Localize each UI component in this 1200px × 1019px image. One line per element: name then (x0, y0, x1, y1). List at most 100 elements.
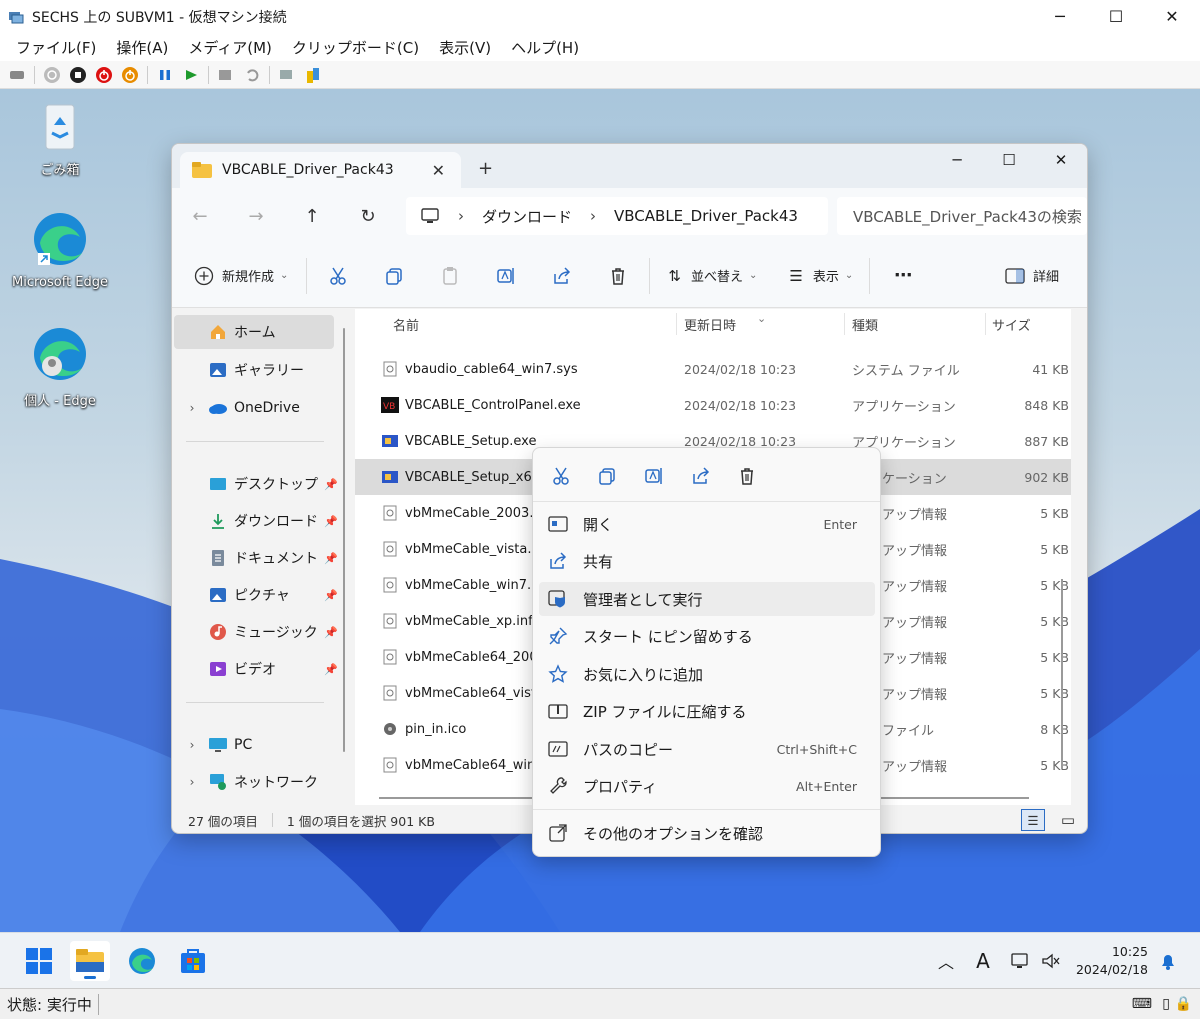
pin-icon[interactable]: 📌 (324, 552, 338, 565)
vertical-scrollbar[interactable] (1061, 579, 1063, 769)
start-button[interactable] (19, 941, 59, 981)
tray-chevron-up-icon[interactable]: ︿ (934, 941, 958, 981)
explorer-tab[interactable]: VBCABLE_Driver_Pack43 ✕ (180, 152, 461, 188)
tiles-view-icon[interactable]: ▭ (1061, 811, 1075, 829)
menu-item-open[interactable]: 開く Enter (539, 507, 875, 541)
taskbar-clock[interactable]: 10:25 2024/02/18 (1076, 943, 1148, 979)
menu-file[interactable]: ファイル(F) (6, 37, 106, 58)
view-button[interactable]: ☰ 表示 ⌄ (789, 266, 853, 286)
pin-icon[interactable]: 📌 (324, 478, 338, 491)
explorer-minimize-button[interactable]: ─ (931, 144, 983, 176)
menu-help[interactable]: ヘルプ(H) (501, 37, 589, 58)
nav-item-music[interactable]: ミュージック 📌 (172, 615, 342, 649)
nav-item-gallery[interactable]: ギャラリー (172, 353, 342, 387)
nav-item-downloads[interactable]: ダウンロード 📌 (172, 504, 342, 538)
ime-icon[interactable]: A (970, 941, 996, 981)
menu-item-copy-path[interactable]: パスのコピー Ctrl+Shift+C (539, 732, 875, 766)
column-divider[interactable] (985, 313, 986, 335)
column-header-type[interactable]: 種類 (852, 309, 878, 339)
nav-item-videos[interactable]: ビデオ 📌 (172, 652, 342, 686)
pin-icon[interactable]: 📌 (324, 589, 338, 602)
sort-button[interactable]: ⇅ 並べ替え ⌄ (668, 266, 757, 286)
copy-icon[interactable] (383, 265, 405, 287)
volume-muted-icon[interactable] (1038, 941, 1064, 981)
back-button[interactable]: ← (172, 206, 228, 227)
column-header-date[interactable]: 更新日時 (684, 309, 736, 339)
column-header-size[interactable]: サイズ (992, 309, 1031, 339)
menu-clipboard[interactable]: クリップボード(C) (282, 37, 429, 58)
breadcrumb-folder[interactable]: VBCABLE_Driver_Pack43 (614, 207, 798, 225)
nav-item-home[interactable]: ホーム (174, 315, 334, 349)
copy-icon[interactable] (595, 464, 619, 488)
enhanced-session-icon[interactable] (277, 65, 297, 85)
menu-media[interactable]: メディア(M) (178, 37, 282, 58)
menu-item-share[interactable]: 共有 (539, 544, 875, 578)
table-row[interactable]: vbaudio_cable64_win7.sys 2024/02/18 10:2… (355, 351, 1071, 387)
pause-icon[interactable] (155, 65, 175, 85)
explorer-close-button[interactable]: ✕ (1035, 144, 1087, 176)
start-icon[interactable] (42, 65, 62, 85)
details-view-icon[interactable]: ☰ (1021, 809, 1045, 831)
column-divider[interactable] (844, 313, 845, 335)
menu-item-compress-zip[interactable]: ZIP ファイルに圧縮する (539, 694, 875, 728)
share-session-icon[interactable] (303, 65, 323, 85)
taskbar-file-explorer[interactable] (70, 941, 110, 981)
desktop-icon-recycle-bin[interactable]: ごみ箱 (12, 99, 108, 178)
nav-item-documents[interactable]: ドキュメント 📌 (172, 541, 342, 575)
column-header-name[interactable]: 名前 (393, 309, 419, 339)
rename-icon[interactable] (642, 464, 666, 488)
menu-item-pin-to-start[interactable]: スタート にピン留めする (539, 619, 875, 653)
column-divider[interactable] (676, 313, 677, 335)
cut-icon[interactable] (327, 265, 349, 287)
nav-item-network[interactable]: › ネットワーク (172, 765, 342, 799)
rename-icon[interactable] (495, 265, 517, 287)
save-state-icon[interactable] (120, 65, 140, 85)
delete-icon[interactable] (607, 265, 629, 287)
forward-button[interactable]: → (228, 206, 284, 227)
shutdown-icon[interactable] (94, 65, 114, 85)
breadcrumb[interactable]: › ダウンロード › VBCABLE_Driver_Pack43 (406, 197, 828, 235)
pin-icon[interactable]: 📌 (324, 663, 338, 676)
pin-icon[interactable]: 📌 (324, 626, 338, 639)
share-icon[interactable] (689, 464, 713, 488)
network-status-icon[interactable] (1007, 941, 1033, 981)
taskbar-store[interactable] (173, 941, 213, 981)
search-input[interactable]: VBCABLE_Driver_Pack43の検索 (837, 197, 1087, 235)
close-tab-icon[interactable]: ✕ (432, 161, 445, 180)
revert-icon[interactable] (242, 65, 262, 85)
menu-item-run-as-admin[interactable]: 管理者として実行 (539, 582, 875, 616)
taskbar-edge[interactable] (122, 941, 162, 981)
host-close-button[interactable]: ✕ (1144, 0, 1200, 33)
nav-item-desktop[interactable]: デスクトップ 📌 (172, 467, 342, 501)
host-maximize-button[interactable]: ☐ (1088, 0, 1144, 33)
explorer-maximize-button[interactable]: ☐ (983, 144, 1035, 176)
host-minimize-button[interactable]: ─ (1032, 0, 1088, 33)
desktop-icon-edge-profile[interactable]: 個人 - Edge (12, 324, 108, 409)
menu-item-more-options[interactable]: その他のオプションを確認 (539, 816, 875, 850)
new-button[interactable]: 新規作成 ⌄ (194, 266, 288, 286)
more-options-icon[interactable]: ⋯ (894, 265, 912, 286)
new-tab-button[interactable]: + (478, 158, 493, 179)
nav-item-onedrive[interactable]: › OneDrive (172, 391, 342, 425)
breadcrumb-downloads[interactable]: ダウンロード (482, 206, 572, 227)
menu-action[interactable]: 操作(A) (106, 37, 178, 58)
notification-bell-icon[interactable] (1156, 941, 1180, 981)
turn-off-icon[interactable] (68, 65, 88, 85)
pin-icon[interactable]: 📌 (324, 515, 338, 528)
paste-icon[interactable] (439, 265, 461, 287)
cut-icon[interactable] (549, 464, 573, 488)
ctrl-alt-del-icon[interactable] (7, 65, 27, 85)
share-icon[interactable] (551, 265, 573, 287)
nav-scrollbar[interactable] (343, 328, 345, 752)
menu-item-properties[interactable]: プロパティ Alt+Enter (539, 769, 875, 803)
menu-view[interactable]: 表示(V) (429, 37, 501, 58)
nav-item-pc[interactable]: › PC (172, 728, 342, 762)
desktop-icon-edge[interactable]: Microsoft Edge (12, 209, 108, 290)
delete-icon[interactable] (735, 464, 759, 488)
table-row[interactable]: VB VBCABLE_ControlPanel.exe 2024/02/18 10… (355, 387, 1071, 423)
checkpoint-icon[interactable] (216, 65, 236, 85)
refresh-button[interactable]: ↻ (340, 206, 396, 227)
up-button[interactable]: ↑ (284, 206, 340, 227)
nav-item-pictures[interactable]: ピクチャ 📌 (172, 578, 342, 612)
menu-item-add-favorite[interactable]: お気に入りに追加 (539, 657, 875, 691)
